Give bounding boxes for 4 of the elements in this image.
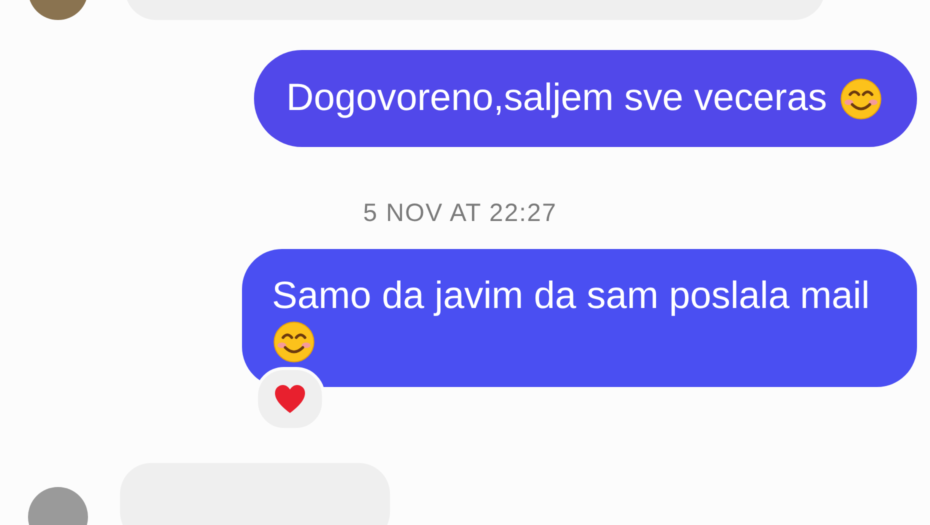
message-text: Dogovoreno,saljem sve veceras bbox=[286, 76, 827, 121]
timestamp: 5 NOV AT 22:27 bbox=[363, 199, 557, 228]
message-text: Samo da javim da sam poslala mail bbox=[272, 274, 870, 319]
heart-icon bbox=[274, 384, 306, 414]
